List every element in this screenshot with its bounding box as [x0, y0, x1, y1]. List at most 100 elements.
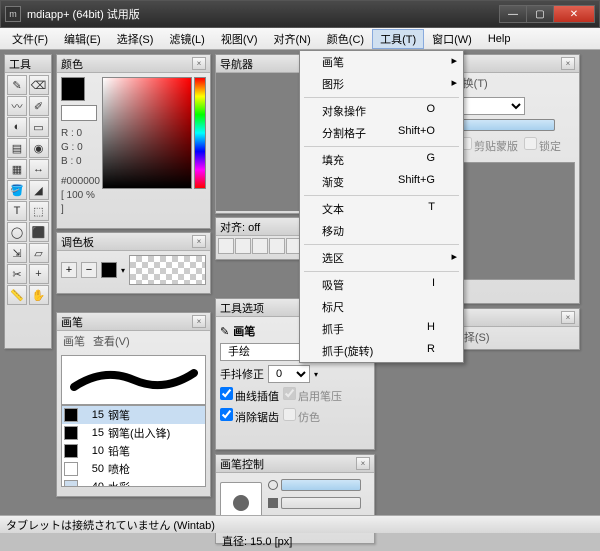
- pencil-icon: ✎: [220, 325, 229, 338]
- circle-icon: [268, 480, 278, 490]
- tool-button[interactable]: +: [29, 264, 49, 284]
- panel-palette: 调色板 × + − ▾: [56, 232, 211, 294]
- tool-button[interactable]: ▭: [29, 117, 49, 137]
- palette-current[interactable]: [101, 262, 117, 278]
- align-button[interactable]: [218, 238, 234, 254]
- tool-button[interactable]: ⇲: [7, 243, 27, 263]
- brush-size-slider[interactable]: [281, 479, 361, 491]
- maximize-button[interactable]: ▢: [526, 5, 554, 23]
- panel-close-icon[interactable]: ×: [192, 315, 206, 328]
- color-field[interactable]: [102, 77, 192, 189]
- tool-button[interactable]: ⌫: [29, 75, 49, 95]
- color-g: G : 0: [61, 141, 100, 155]
- palette-grid[interactable]: [129, 255, 206, 285]
- menu-entry[interactable]: 分割格子Shift+O: [300, 122, 463, 144]
- panel-close-icon[interactable]: ×: [561, 57, 575, 70]
- tool-button[interactable]: ⬚: [29, 201, 49, 221]
- menu-item[interactable]: 滤镜(L): [161, 29, 212, 49]
- brush-menu[interactable]: 画笔: [63, 333, 85, 349]
- tools-menu-dropdown: 画笔图形对象操作O分割格子Shift+O 填充G渐变Shift+G 文本T移动选区吸…: [299, 50, 464, 363]
- palette-add-button[interactable]: +: [61, 262, 77, 278]
- brush-list-item[interactable]: 15钢笔: [62, 406, 205, 424]
- menu-entry[interactable]: 渐变Shift+G: [300, 171, 463, 193]
- menu-item[interactable]: 选择(S): [109, 29, 162, 49]
- menu-entry[interactable]: 移动: [300, 220, 463, 242]
- tool-button[interactable]: ⬛: [29, 222, 49, 242]
- tool-grid: ✎⌫〰✐◐▭▤◉▦↔🪣◢T⬚◯⬛⇲▱✂+📏✋: [5, 73, 51, 307]
- align-button[interactable]: [269, 238, 285, 254]
- window-title: mdiapp+ (64bit) 试用版: [27, 6, 500, 22]
- menu-entry[interactable]: 填充G: [300, 149, 463, 171]
- panel-close-icon[interactable]: ×: [561, 311, 575, 324]
- tool-button[interactable]: ▱: [29, 243, 49, 263]
- tool-button[interactable]: ✐: [29, 96, 49, 116]
- opts-jitter-label: 手抖修正: [220, 366, 264, 382]
- opts-jitter-select[interactable]: 0: [268, 365, 310, 383]
- brush-list-item[interactable]: 10铅笔: [62, 442, 205, 460]
- tool-button[interactable]: ◉: [29, 138, 49, 158]
- hue-slider[interactable]: [194, 77, 206, 189]
- tool-button[interactable]: 🪣: [7, 180, 27, 200]
- panel-title-label: 调色板: [61, 234, 94, 250]
- panel-color: 颜色× R : 0 G : 0 B : 0 #000000 [ 100 % ]: [56, 54, 211, 229]
- menu-item[interactable]: 文件(F): [4, 29, 56, 49]
- menu-entry[interactable]: 抓手(旋转)R: [300, 340, 463, 362]
- chevron-down-icon[interactable]: ▾: [314, 370, 318, 379]
- tool-button[interactable]: ▤: [7, 138, 27, 158]
- brush-list-item[interactable]: 15钢笔(出入锋): [62, 424, 205, 442]
- tool-button[interactable]: ◯: [7, 222, 27, 242]
- brush-list-item[interactable]: 40水彩: [62, 478, 205, 487]
- panel-close-icon[interactable]: ×: [192, 235, 206, 248]
- panel-tools: 工具 ✎⌫〰✐◐▭▤◉▦↔🪣◢T⬚◯⬛⇲▱✂+📏✋: [4, 54, 52, 349]
- menu-item[interactable]: 工具(T): [372, 29, 424, 49]
- menu-entry[interactable]: 画笔: [300, 51, 463, 73]
- opts-cb-pressure[interactable]: 启用笔压: [283, 387, 342, 404]
- menu-item[interactable]: 颜色(C): [319, 29, 372, 49]
- tool-button[interactable]: ↔: [29, 159, 49, 179]
- tool-button[interactable]: ◐: [7, 117, 27, 137]
- menu-item[interactable]: 窗口(W): [424, 29, 480, 49]
- brush-list-item[interactable]: 50喷枪: [62, 460, 205, 478]
- brush-view-menu[interactable]: 查看(V): [93, 333, 130, 349]
- menu-entry[interactable]: 文本T: [300, 198, 463, 220]
- panel-title-label: 工具选项: [220, 300, 264, 316]
- minimize-button[interactable]: —: [499, 5, 527, 23]
- tool-button[interactable]: ◢: [29, 180, 49, 200]
- tool-button[interactable]: ✎: [7, 75, 27, 95]
- tool-button[interactable]: T: [7, 201, 27, 221]
- panel-close-icon[interactable]: ×: [192, 57, 206, 70]
- menu-entry[interactable]: 对象操作O: [300, 100, 463, 122]
- opts-cb-antialias[interactable]: 消除锯齿: [220, 408, 279, 425]
- menu-item[interactable]: 对齐(N): [266, 29, 319, 49]
- panel-title-label: 颜色: [61, 56, 83, 72]
- layer-cb-clip[interactable]: 剪贴蒙版: [459, 137, 518, 154]
- opts-cb-curve[interactable]: 曲线插值: [220, 387, 279, 404]
- close-button[interactable]: ✕: [553, 5, 595, 23]
- bg-swatch[interactable]: [61, 105, 97, 121]
- fg-swatch[interactable]: [61, 77, 85, 101]
- chevron-down-icon[interactable]: ▾: [121, 266, 125, 275]
- panel-title-label: 对齐: off: [220, 219, 260, 235]
- menu-entry[interactable]: 选区: [300, 247, 463, 269]
- palette-remove-button[interactable]: −: [81, 262, 97, 278]
- tool-button[interactable]: 📏: [7, 285, 27, 305]
- tool-button[interactable]: 〰: [7, 96, 27, 116]
- brush-opacity-slider[interactable]: [281, 497, 361, 509]
- panel-title-label: 画笔: [61, 314, 83, 330]
- tool-button[interactable]: ✋: [29, 285, 49, 305]
- menu-entry[interactable]: 图形: [300, 73, 463, 95]
- layer-cb-lock[interactable]: 锁定: [524, 137, 561, 154]
- align-button[interactable]: [252, 238, 268, 254]
- tool-button[interactable]: ▦: [7, 159, 27, 179]
- opts-cb-dither[interactable]: 仿色: [283, 408, 320, 425]
- menu-item[interactable]: 编辑(E): [56, 29, 109, 49]
- tool-button[interactable]: ✂: [7, 264, 27, 284]
- menu-entry[interactable]: 标尺: [300, 296, 463, 318]
- menu-entry[interactable]: 抓手H: [300, 318, 463, 340]
- panel-close-icon[interactable]: ×: [356, 457, 370, 470]
- menu-item[interactable]: Help: [480, 31, 519, 47]
- align-button[interactable]: [235, 238, 251, 254]
- menu-item[interactable]: 视图(V): [213, 29, 266, 49]
- color-r: R : 0: [61, 127, 100, 141]
- menu-entry[interactable]: 吸管I: [300, 274, 463, 296]
